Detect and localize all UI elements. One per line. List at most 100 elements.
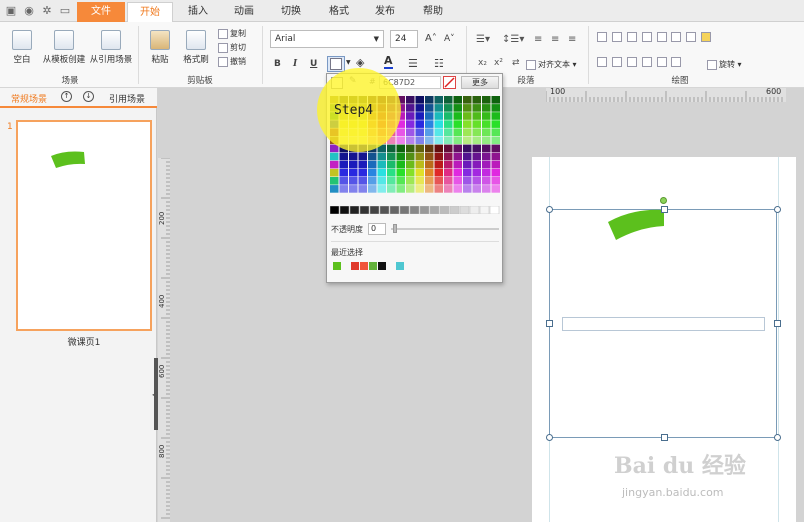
- arrow-down-icon[interactable]: ↓: [83, 91, 94, 102]
- screen-icon[interactable]: ▭: [59, 5, 71, 17]
- color-swatch[interactable]: [387, 152, 396, 161]
- color-swatch[interactable]: [368, 185, 377, 193]
- bold-button[interactable]: B: [274, 59, 281, 69]
- slide-thumbnail[interactable]: [16, 120, 152, 331]
- text-input-box[interactable]: [562, 317, 765, 331]
- line-style-icon[interactable]: ☰: [408, 57, 418, 70]
- color-swatch[interactable]: [387, 160, 396, 169]
- color-swatch[interactable]: [444, 144, 453, 153]
- color-swatch[interactable]: [444, 128, 453, 136]
- color-swatch[interactable]: [453, 177, 463, 185]
- color-swatch[interactable]: [358, 160, 368, 169]
- color-swatch[interactable]: [396, 168, 406, 177]
- recent-color-swatch[interactable]: [396, 262, 404, 270]
- color-swatch[interactable]: [434, 160, 444, 169]
- color-swatch[interactable]: [406, 112, 415, 120]
- color-swatch[interactable]: [434, 185, 444, 193]
- color-swatch[interactable]: [330, 160, 339, 169]
- copy-button[interactable]: 复制: [218, 28, 246, 39]
- gray-swatch[interactable]: [379, 206, 390, 214]
- color-swatch[interactable]: [425, 185, 434, 193]
- opacity-input[interactable]: 0: [368, 223, 386, 235]
- color-swatch[interactable]: [339, 185, 349, 193]
- transparent-icon[interactable]: [443, 76, 456, 89]
- tab-reference-scenes[interactable]: 引用场景: [109, 92, 145, 105]
- color-swatch[interactable]: [377, 160, 387, 169]
- recent-color-swatch[interactable]: [360, 262, 368, 270]
- color-swatch[interactable]: [425, 96, 434, 104]
- color-swatch[interactable]: [415, 104, 425, 112]
- color-swatch[interactable]: [377, 177, 387, 185]
- lock-icon[interactable]: [701, 32, 712, 42]
- grow-font-icon[interactable]: A˄: [425, 33, 437, 44]
- color-swatch[interactable]: [349, 185, 358, 193]
- color-swatch[interactable]: [406, 160, 415, 169]
- superscript-icon[interactable]: x²: [494, 58, 503, 68]
- color-swatch[interactable]: [415, 177, 425, 185]
- color-swatch[interactable]: [415, 120, 425, 128]
- color-swatch[interactable]: [463, 96, 472, 104]
- color-swatch[interactable]: [472, 104, 482, 112]
- undo-button[interactable]: 撤销: [218, 56, 246, 67]
- color-swatch[interactable]: [406, 168, 415, 177]
- grayscale-swatch-row[interactable]: [330, 206, 502, 214]
- chevron-down-icon[interactable]: ▼: [346, 59, 351, 66]
- color-swatch[interactable]: [472, 177, 482, 185]
- gray-swatch[interactable]: [479, 206, 490, 214]
- color-swatch[interactable]: [415, 136, 425, 145]
- color-swatch[interactable]: [349, 177, 358, 185]
- color-swatch[interactable]: [339, 152, 349, 161]
- color-swatch[interactable]: [434, 152, 444, 161]
- color-swatch[interactable]: [482, 112, 491, 120]
- color-swatch[interactable]: [377, 185, 387, 193]
- color-swatch[interactable]: [491, 104, 501, 112]
- color-swatch[interactable]: [491, 120, 501, 128]
- color-swatch[interactable]: [491, 136, 501, 145]
- gray-swatch[interactable]: [369, 206, 380, 214]
- format-painter-button[interactable]: 格式刷: [180, 30, 212, 65]
- gray-swatch[interactable]: [339, 206, 350, 214]
- align-center-edge-icon[interactable]: [611, 32, 622, 42]
- flip-icon[interactable]: [671, 57, 682, 67]
- color-swatch[interactable]: [396, 177, 406, 185]
- color-swatch[interactable]: [415, 96, 425, 104]
- color-swatch[interactable]: [482, 144, 491, 153]
- color-swatch[interactable]: [482, 136, 491, 145]
- color-swatch[interactable]: [415, 152, 425, 161]
- color-swatch[interactable]: [425, 160, 434, 169]
- color-swatch[interactable]: [463, 136, 472, 145]
- color-swatch[interactable]: [444, 185, 453, 193]
- color-swatch[interactable]: [339, 160, 349, 169]
- color-swatch[interactable]: [463, 128, 472, 136]
- resize-handle[interactable]: [774, 434, 781, 441]
- color-swatch[interactable]: [387, 168, 396, 177]
- color-swatch[interactable]: [491, 160, 501, 169]
- color-swatch[interactable]: [472, 160, 482, 169]
- color-swatch[interactable]: [472, 120, 482, 128]
- color-swatch[interactable]: [358, 177, 368, 185]
- color-swatch[interactable]: [406, 185, 415, 193]
- color-swatch[interactable]: [425, 112, 434, 120]
- color-swatch[interactable]: [453, 185, 463, 193]
- gray-swatch[interactable]: [489, 206, 500, 214]
- color-swatch[interactable]: [444, 160, 453, 169]
- tab-animation[interactable]: 动画: [224, 2, 264, 22]
- color-swatch[interactable]: [482, 152, 491, 161]
- color-swatch[interactable]: [349, 152, 358, 161]
- color-swatch[interactable]: [463, 185, 472, 193]
- color-swatch[interactable]: [472, 112, 482, 120]
- color-swatch[interactable]: [491, 168, 501, 177]
- color-swatch[interactable]: [472, 168, 482, 177]
- save-icon[interactable]: ▣: [5, 5, 17, 17]
- resize-handle[interactable]: [774, 206, 781, 213]
- color-swatch[interactable]: [368, 177, 377, 185]
- gray-swatch[interactable]: [359, 206, 370, 214]
- color-swatch[interactable]: [425, 152, 434, 161]
- color-swatch[interactable]: [396, 128, 406, 136]
- color-swatch[interactable]: [434, 144, 444, 153]
- resize-handle[interactable]: [546, 206, 553, 213]
- recent-color-swatch[interactable]: [333, 262, 341, 270]
- gray-swatch[interactable]: [419, 206, 430, 214]
- color-swatch[interactable]: [387, 185, 396, 193]
- color-swatch[interactable]: [406, 120, 415, 128]
